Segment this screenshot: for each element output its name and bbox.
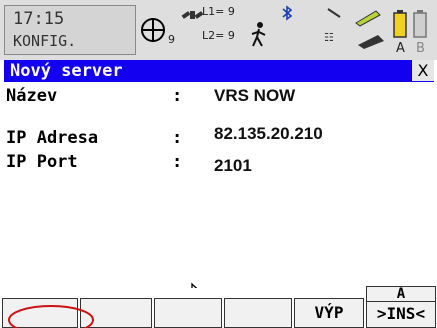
l1-label: L1= 9 (202, 5, 235, 18)
status-icons: 9 L1= 9 L2= 9 ☷ A B (138, 3, 436, 57)
field-label-ip-port: IP Port (6, 152, 78, 172)
sat-count: 9 (168, 33, 175, 46)
dialog-title: Nový server (10, 61, 123, 81)
softkey-insert-top-label: A (367, 287, 435, 302)
status-bar: 17:15 KONFIG. 9 L1= 9 L2= 9 ☷ A B (0, 0, 437, 60)
walking-person-icon (251, 22, 266, 47)
softkey-insert-label: >INS< (376, 304, 426, 323)
field-value-ip-port[interactable]: 2101 (214, 156, 252, 176)
bluetooth-icon (282, 5, 293, 21)
softkey-4[interactable] (224, 298, 292, 328)
memory-card-icon (358, 35, 384, 49)
field-value-ip-address[interactable]: 82.135.20.210 (214, 124, 323, 144)
battery-b-icon (413, 10, 427, 38)
field-sep-ip-address: : (172, 128, 183, 148)
pen-icon (355, 10, 381, 27)
battery-a-label: A (396, 41, 405, 56)
dialog-content: Název : VRS NOW IP Adresa : 82.135.20.21… (0, 82, 437, 288)
softkey-3[interactable] (154, 298, 222, 328)
softkey-insert[interactable]: A >INS< (366, 286, 436, 328)
l2-label: L2= 9 (202, 29, 235, 42)
network-icon: ☷ (324, 31, 334, 44)
field-sep-ip-port: : (172, 152, 183, 172)
time-mode-box: 17:15 KONFIG. (4, 5, 136, 55)
field-value-name[interactable]: VRS NOW (214, 86, 295, 106)
field-label-ip-address: IP Adresa (6, 128, 99, 148)
dialog-title-bar: Nový server X (4, 60, 434, 82)
field-sep-name: : (172, 86, 183, 106)
battery-b-label: B (416, 41, 425, 56)
mode-label: KONFIG. (13, 32, 77, 50)
svg-text:☷: ☷ (324, 31, 334, 44)
battery-a-icon (393, 10, 407, 38)
annotation-circle (8, 305, 94, 328)
satellite-icon (181, 11, 204, 19)
softkey-off[interactable]: VÝP (294, 298, 364, 328)
close-button[interactable]: X (411, 60, 434, 81)
clock: 17:15 (13, 9, 65, 29)
position-crosshair-icon (141, 18, 165, 42)
antenna-icon (327, 8, 341, 18)
field-label-name: Název (6, 86, 58, 106)
